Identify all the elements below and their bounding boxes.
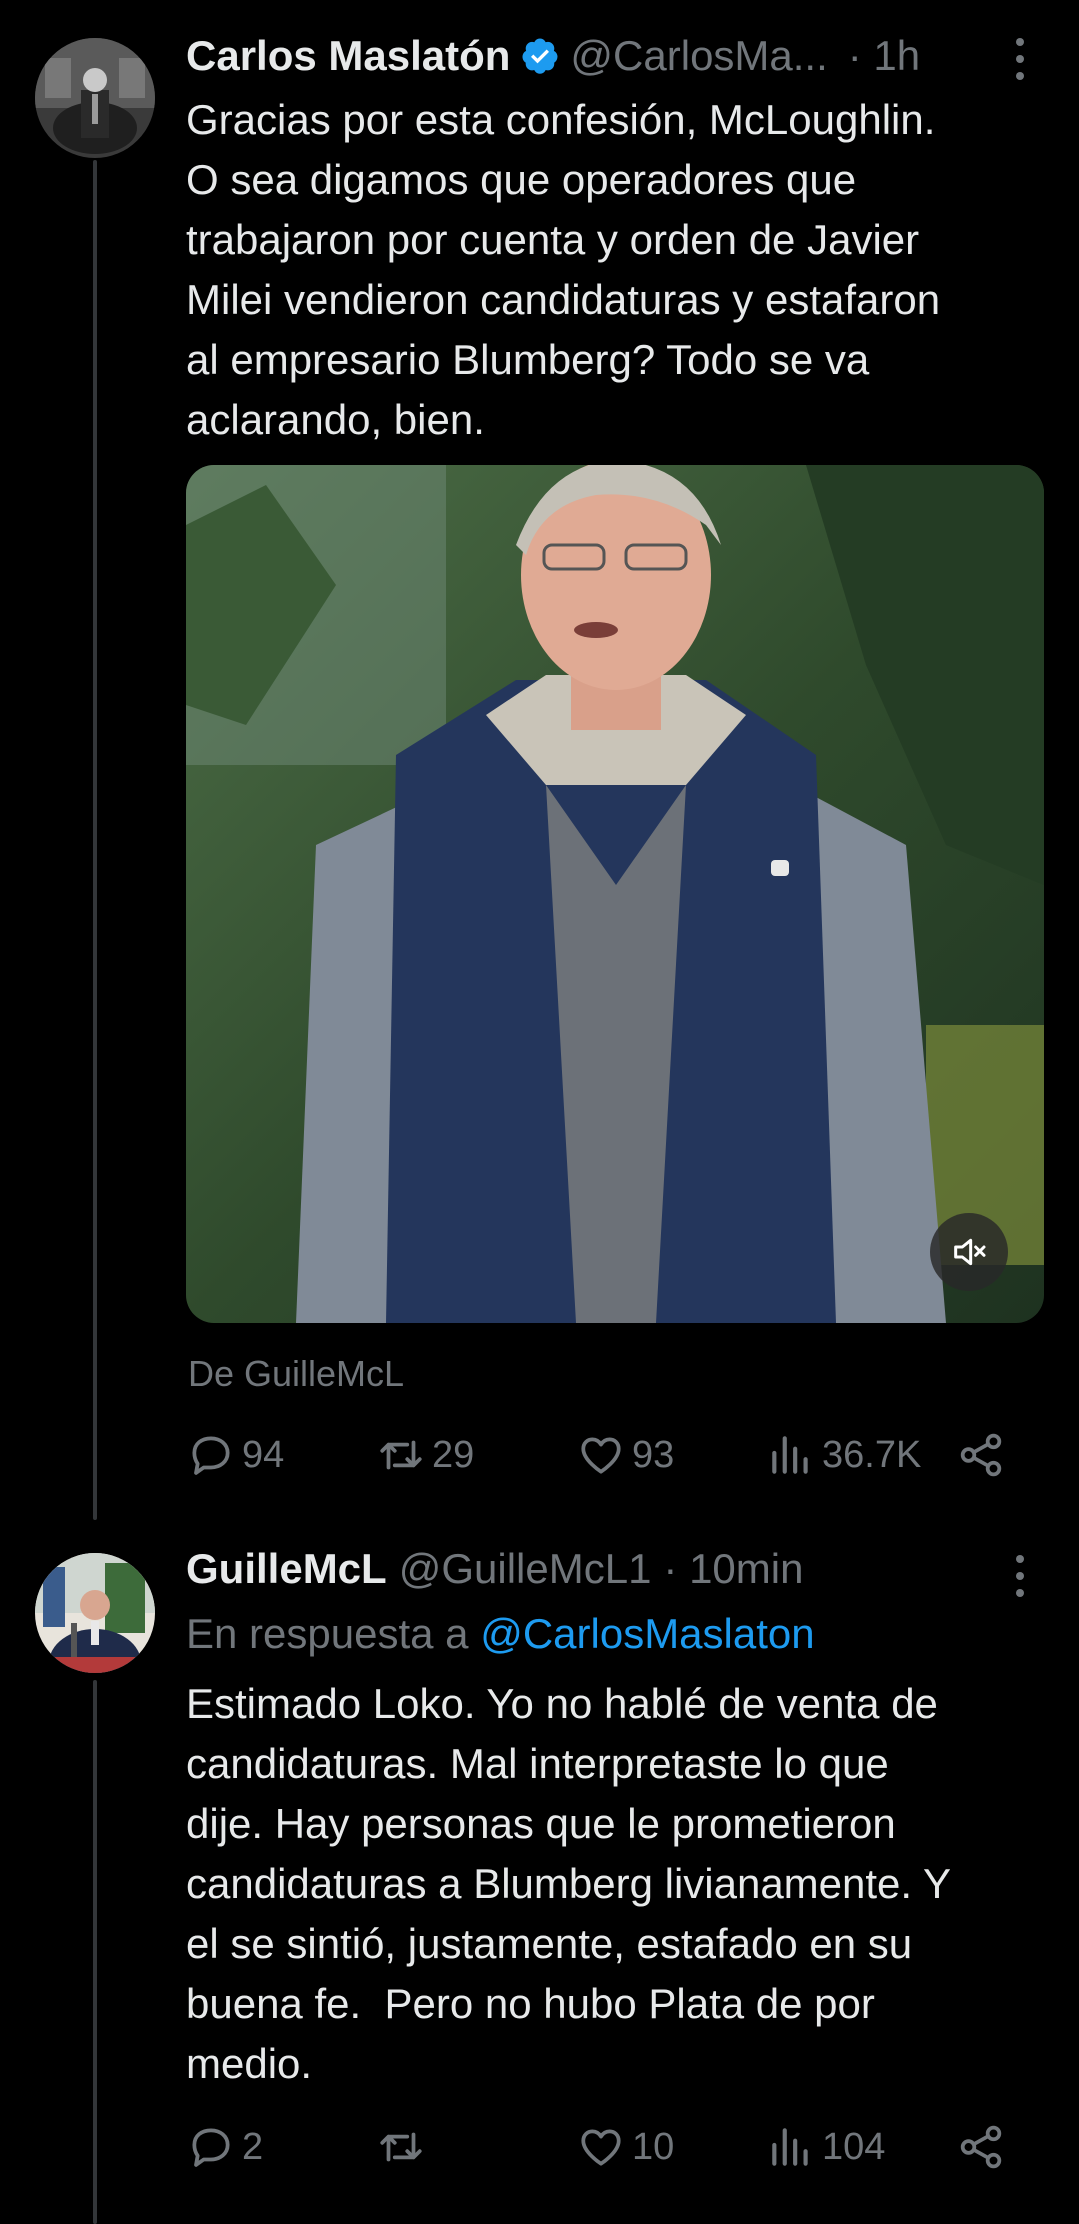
more-icon[interactable]: [1014, 38, 1026, 80]
views-icon: [772, 1436, 808, 1474]
views-count: 36.7K: [822, 1433, 922, 1476]
like-button[interactable]: 10: [576, 2122, 674, 2172]
repost-count: 29: [432, 1433, 475, 1476]
tweet-2-actions: 2 10 104: [186, 2122, 1006, 2182]
reply-handle-link[interactable]: @CarlosMaslaton: [480, 1610, 814, 1657]
media-source[interactable]: De GuilleMcL: [188, 1353, 404, 1395]
repost-button[interactable]: 29: [376, 1430, 474, 1480]
like-icon: [581, 1437, 621, 1474]
avatar-carlos[interactable]: [35, 38, 155, 158]
reply-button[interactable]: 94: [186, 1430, 284, 1480]
reply-icon: [192, 2128, 230, 2167]
repost-icon: [380, 2132, 422, 2162]
verified-badge-icon: [520, 36, 560, 76]
author-handle[interactable]: @GuilleMcL1: [399, 1545, 652, 1593]
author-handle[interactable]: @CarlosMa...: [570, 32, 827, 80]
share-icon: [960, 2125, 1002, 2169]
tweet-2-text: Estimado Loko. Yo no hablé de venta de c…: [186, 1680, 952, 2087]
reply-icon: [192, 1436, 230, 1475]
author-name[interactable]: Carlos Maslatón: [186, 32, 510, 80]
views-button[interactable]: 104: [766, 2122, 885, 2172]
tweet-1-actions: 94 29 93 36.7K: [186, 1430, 1006, 1490]
reply-count: 2: [242, 2125, 264, 2168]
tweet-2-header: GuilleMcL @GuilleMcL1 · 10min: [186, 1545, 803, 1593]
tweet-1-header: Carlos Maslatón @CarlosMa... · 1h: [186, 30, 920, 80]
avatar-guillemcl[interactable]: [35, 1553, 155, 1673]
tweet-1-text: Gracias por esta confesión, McLoughlin. …: [186, 96, 941, 443]
like-icon: [581, 2129, 621, 2166]
mute-button[interactable]: [930, 1213, 1008, 1291]
thread-line-bottom: [93, 1680, 97, 2224]
share-button[interactable]: [956, 1430, 1006, 1480]
reply-prefix: En respuesta a: [186, 1610, 481, 1657]
reply-context: En respuesta a @CarlosMaslaton: [186, 1610, 815, 1658]
views-icon: [772, 2128, 808, 2166]
repost-button[interactable]: [376, 2122, 432, 2172]
share-icon: [960, 1433, 1002, 1477]
video-player[interactable]: [186, 465, 1044, 1323]
tweet-time[interactable]: · 10min: [663, 1545, 803, 1593]
thread-line-top: [93, 160, 97, 1520]
author-name[interactable]: GuilleMcL: [186, 1545, 387, 1593]
repost-icon: [380, 1440, 422, 1470]
tweet-time[interactable]: · 1h: [848, 32, 920, 80]
mute-icon: [954, 1238, 986, 1266]
views-button[interactable]: 36.7K: [766, 1430, 921, 1480]
views-count: 104: [822, 2125, 886, 2168]
more-icon[interactable]: [1014, 1555, 1026, 1597]
reply-count: 94: [242, 1433, 285, 1476]
like-button[interactable]: 93: [576, 1430, 674, 1480]
reply-button[interactable]: 2: [186, 2122, 263, 2172]
like-count: 10: [632, 2125, 675, 2168]
video-frame: [186, 465, 1044, 1323]
like-count: 93: [632, 1433, 675, 1476]
share-button[interactable]: [956, 2122, 1006, 2172]
